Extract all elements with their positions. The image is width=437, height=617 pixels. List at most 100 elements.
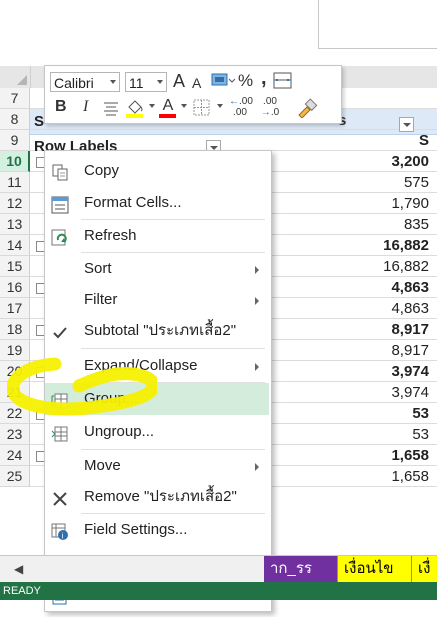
refresh-icon [51,227,69,246]
fill-color-svg [126,100,143,118]
decrease-decimal-button[interactable]: .00 →.0 [259,96,281,118]
check-icon [51,322,69,340]
sum-value-cell[interactable]: 8,917 [309,319,429,340]
row-header-25[interactable]: 25 [0,466,30,487]
menu-item-sort[interactable]: Sort [45,253,269,285]
group-icon [51,390,69,409]
menu-item-label: Remove "ประเภทเสื้อ2" [84,488,237,505]
menu-item-subtotal[interactable]: Subtotal "ประเภทเสื้อ2" [45,315,269,347]
row-header-10[interactable]: 10 [0,151,30,172]
status-text: READY [3,585,41,597]
menu-item-field-settings[interactable]: i Field Settings... [45,514,269,546]
menu-item-format-cells[interactable]: Format Cells... [45,187,269,219]
sum-value-cell[interactable]: 1,658 [309,445,429,466]
format-painter-svg [298,98,318,119]
sum-value-cell[interactable]: 3,974 [309,361,429,382]
menu-item-expand-collapse[interactable]: Expand/Collapse [45,350,269,382]
percent-style-button[interactable]: % [238,71,253,91]
svg-text:i: i [62,532,64,541]
menu-item-move[interactable]: Move [45,450,269,482]
sum-value-cell[interactable]: 8,917 [309,340,429,361]
sum-value-cell[interactable]: 53 [309,403,429,424]
font-size-box[interactable]: 11 [125,72,167,92]
menu-item-refresh[interactable]: Refresh [45,220,269,252]
menu-item-group[interactable]: Group... [45,383,269,415]
sum-value-cell[interactable]: S [309,130,429,151]
select-all-corner[interactable] [0,66,30,88]
sum-value-cell[interactable]: 835 [309,214,429,235]
select-all-triangle [17,75,27,85]
borders-icon[interactable] [193,99,211,117]
chevron-down-icon [217,104,223,108]
font-name-box[interactable]: Calibri [50,72,120,92]
shrink-font-button[interactable]: A [192,73,201,93]
sum-value-cell[interactable]: 53 [309,424,429,445]
row-header-17[interactable]: 17 [0,298,30,319]
align-center-icon[interactable] [103,100,119,116]
row-header-20[interactable]: 20 [0,361,30,382]
row-header-18[interactable]: 18 [0,319,30,340]
row-header-7[interactable]: 7 [0,88,30,109]
bold-button[interactable]: B [55,97,67,117]
menu-item-filter[interactable]: Filter [45,284,269,316]
row-header-15[interactable]: 15 [0,256,30,277]
menu-item-remove[interactable]: Remove "ประเภทเสื้อ2" [45,481,269,513]
fill-color-dropdown[interactable] [149,104,155,110]
row-header-16[interactable]: 16 [0,277,30,298]
chevron-down-icon [149,104,155,108]
sum-value-cell[interactable]: 3,974 [309,382,429,403]
menu-item-label: Copy [84,162,120,179]
chevron-down-icon [157,80,163,84]
row-header-23[interactable]: 23 [0,424,30,445]
cell-a8[interactable]: S [34,113,44,130]
sum-value-cell[interactable]: 16,882 [309,235,429,256]
row-header-12[interactable]: 12 [0,193,30,214]
merge-center-icon[interactable] [273,72,293,90]
row-header-9[interactable]: 9 [0,130,30,151]
chevron-right-icon [255,363,259,371]
row-header-19[interactable]: 19 [0,340,30,361]
font-color-dropdown[interactable] [181,104,187,110]
sum-value-cell[interactable]: 575 [309,172,429,193]
row-header-14[interactable]: 14 [0,235,30,256]
row-header-24[interactable]: 24 [0,445,30,466]
increase-decimal-button[interactable]: ←.00.00 [229,96,253,118]
comma-style-button[interactable]: , [261,68,267,88]
sheet-tab-3[interactable]: เงื่ [412,556,437,582]
sheet-tab-2[interactable]: เงื่อนไข [338,556,412,582]
increase-decimal-zeros: .00 [233,107,247,118]
sum-value-cell[interactable]: 16,882 [309,256,429,277]
format-painter-icon[interactable] [297,98,319,119]
menu-item-ungroup[interactable]: Ungroup... [45,416,269,448]
chevron-right-icon [255,297,259,305]
number-format-icon[interactable] [211,72,236,88]
sum-value-cell[interactable]: 1,658 [309,466,429,487]
row-header-21[interactable]: 21 [0,382,30,403]
grow-font-button[interactable]: A [173,71,185,91]
tab-scroll-left-icon[interactable]: ◀ [14,562,23,576]
italic-button[interactable]: I [83,97,88,117]
sum-value-cell[interactable]: 4,863 [309,277,429,298]
mini-toolbar: Calibri 11 A A % , B I A ←.00.00 .00 →.0 [44,65,342,124]
menu-item-label: Field Settings... [84,521,188,538]
format-cells-icon [51,194,69,214]
fill-color-icon[interactable] [125,98,147,118]
decrease-decimal-value: .0 [270,107,280,118]
row-header-13[interactable]: 13 [0,214,30,235]
menu-item-label: Ungroup... [84,423,155,440]
chevron-right-icon [255,266,259,274]
top-panel-box [318,0,437,49]
menu-item-copy[interactable]: Copy [45,155,269,187]
menu-item-label: Group... [84,390,139,407]
sum-value-cell[interactable]: 4,863 [309,298,429,319]
sum-value-cell[interactable]: 3,200 [309,151,429,172]
font-color-button[interactable]: A [159,96,177,118]
row-header-22[interactable]: 22 [0,403,30,424]
sum-value-cell[interactable]: 1,790 [309,193,429,214]
sheet-tab-1[interactable]: าก_รร [264,556,338,582]
ungroup-icon [51,423,69,442]
row-header-8[interactable]: 8 [0,109,30,130]
row-header-11[interactable]: 11 [0,172,30,193]
menu-item-label: Move [84,457,121,474]
borders-dropdown[interactable] [217,104,223,110]
